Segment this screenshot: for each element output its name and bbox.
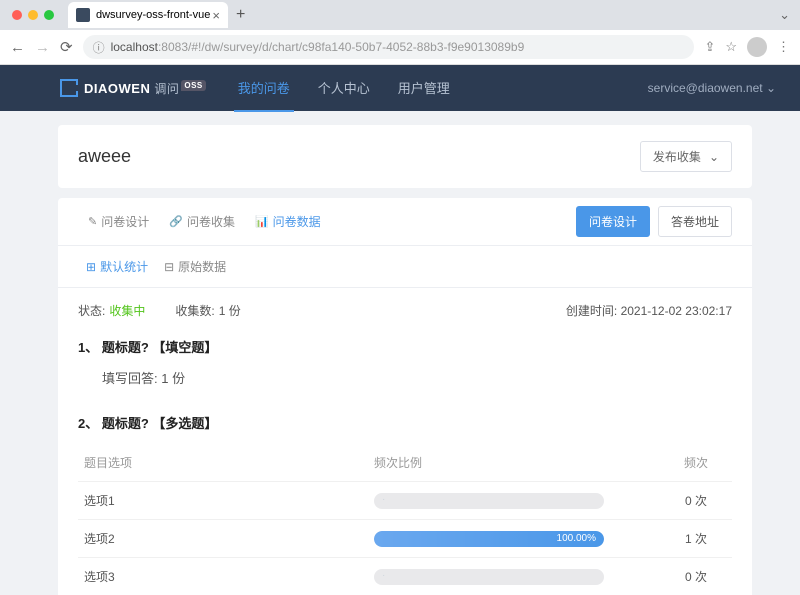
- th-option: 题目选项: [84, 454, 374, 471]
- browser-chrome: dwsurvey-oss-front-vue × + ⌄ ← → ⟳ ⓘ loc…: [0, 0, 800, 65]
- option-freq: 0 次: [666, 492, 726, 509]
- option-freq: 1 次: [666, 530, 726, 547]
- progress-zero: ·: [382, 570, 385, 581]
- tab-data[interactable]: 📊问卷数据: [245, 199, 331, 244]
- minimize-window-icon[interactable]: [28, 10, 38, 20]
- option-name: 选项3: [84, 568, 374, 585]
- back-button[interactable]: ←: [10, 39, 25, 56]
- q2-table-head: 题目选项 频次比例 频次: [78, 444, 732, 481]
- progress-bar: ·: [374, 493, 604, 509]
- data-subtabs: ⊞默认统计 ⊟原始数据: [58, 246, 752, 288]
- title-card: aweee 发布收集 ⌄: [58, 125, 752, 188]
- state-value: 收集中: [109, 302, 145, 319]
- option-name: 选项2: [84, 530, 374, 547]
- url-path: :8083/#!/dw/survey/d/chart/c98fa140-50b7…: [158, 40, 524, 54]
- top-nav: 我的问卷 个人中心 用户管理: [234, 65, 454, 112]
- nav-profile[interactable]: 个人中心: [314, 65, 374, 112]
- chevron-down-icon: ⌄: [709, 150, 719, 164]
- reload-button[interactable]: ⟳: [60, 38, 73, 56]
- th-ratio: 频次比例: [374, 454, 666, 471]
- progress-zero: ·: [382, 494, 385, 505]
- progress-bar: 100.00%: [374, 531, 604, 547]
- subtab-raw-data[interactable]: ⊟原始数据: [156, 246, 234, 287]
- q2-title: 2、 题标题? 【多选题】: [78, 413, 732, 432]
- table-row: 选项3 · 0 次: [78, 557, 732, 595]
- chart-icon: 📊: [255, 215, 269, 228]
- brand-cn: 调问: [154, 80, 179, 97]
- status-row: 状态: 收集中 收集数: 1 份 创建时间: 2021-12-02 23:02:…: [78, 288, 732, 327]
- address-bar[interactable]: ⓘ localhost :8083/#!/dw/survey/d/chart/c…: [83, 35, 695, 59]
- nav-my-surveys[interactable]: 我的问卷: [234, 65, 294, 112]
- close-tab-icon[interactable]: ×: [212, 8, 220, 23]
- data-card: ✎问卷设计 🔗问卷收集 📊问卷数据 问卷设计 答卷地址 ⊞默认统计 ⊟原始数据 …: [58, 198, 752, 595]
- url-host: localhost: [111, 40, 158, 54]
- menu-icon[interactable]: ⋮: [777, 39, 790, 55]
- th-freq: 频次: [666, 454, 726, 471]
- q1-answer: 填写回答: 1 份: [78, 368, 732, 387]
- site-info-icon[interactable]: ⓘ: [93, 39, 105, 56]
- survey-tabs: ✎问卷设计 🔗问卷收集 📊问卷数据 问卷设计 答卷地址: [58, 198, 752, 246]
- survey-design-button[interactable]: 问卷设计: [576, 206, 650, 237]
- address-bar-row: ← → ⟳ ⓘ localhost :8083/#!/dw/survey/d/c…: [0, 30, 800, 64]
- window-controls: [6, 10, 60, 20]
- created-time: 创建时间: 2021-12-02 23:02:17: [566, 302, 732, 319]
- progress-bar: ·: [374, 569, 604, 585]
- state-label: 状态:: [78, 302, 105, 319]
- close-window-icon[interactable]: [12, 10, 22, 20]
- app-header: DIAOWEN 调问 OSS 我的问卷 个人中心 用户管理 service@di…: [0, 65, 800, 111]
- table-icon: ⊞: [86, 260, 96, 274]
- account-email[interactable]: service@diaowen.net ⌄: [648, 81, 776, 95]
- table-row: 选项1 · 0 次: [78, 481, 732, 519]
- option-freq: 0 次: [666, 568, 726, 585]
- option-ratio: ·: [374, 493, 666, 509]
- profile-avatar-icon[interactable]: [747, 37, 767, 57]
- survey-title: aweee: [78, 146, 131, 167]
- tab-collect[interactable]: 🔗问卷收集: [159, 199, 245, 244]
- tab-title: dwsurvey-oss-front-vue: [96, 9, 210, 21]
- pencil-icon: ✎: [88, 215, 97, 228]
- new-tab-button[interactable]: +: [236, 6, 245, 24]
- subtab-default-stat[interactable]: ⊞默认统计: [78, 246, 156, 287]
- count-label: 收集数:: [175, 302, 214, 319]
- publish-button[interactable]: 发布收集 ⌄: [640, 141, 732, 172]
- brand-tag: OSS: [181, 80, 205, 91]
- favicon-icon: [76, 8, 90, 22]
- link-icon: 🔗: [169, 215, 183, 228]
- brand-name: DIAOWEN: [84, 81, 150, 96]
- chevron-down-icon: ⌄: [766, 81, 776, 95]
- option-ratio: ·: [374, 569, 666, 585]
- answer-url-button[interactable]: 答卷地址: [658, 206, 732, 237]
- app-body: DIAOWEN 调问 OSS 我的问卷 个人中心 用户管理 service@di…: [0, 65, 800, 595]
- forward-button: →: [35, 39, 50, 56]
- option-name: 选项1: [84, 492, 374, 509]
- bookmark-icon[interactable]: ☆: [725, 39, 737, 55]
- tab-design[interactable]: ✎问卷设计: [78, 199, 159, 244]
- browser-tab[interactable]: dwsurvey-oss-front-vue ×: [68, 2, 228, 28]
- question-2: 2、 题标题? 【多选题】 题目选项 频次比例 频次 选项1·0 次选项2100…: [78, 403, 732, 595]
- share-icon[interactable]: ⇪: [704, 39, 715, 55]
- q1-title: 1、 题标题? 【填空题】: [78, 337, 732, 356]
- brand-logo[interactable]: DIAOWEN 调问 OSS: [60, 79, 206, 97]
- maximize-window-icon[interactable]: [44, 10, 54, 20]
- count-value: 1 份: [219, 302, 241, 319]
- logo-icon: [60, 79, 78, 97]
- publish-label: 发布收集: [653, 148, 701, 165]
- chevron-down-icon[interactable]: ⌄: [779, 7, 790, 23]
- table-row: 选项2100.00% 1 次: [78, 519, 732, 557]
- browser-tabbar: dwsurvey-oss-front-vue × + ⌄: [0, 0, 800, 30]
- page-content: aweee 发布收集 ⌄ ✎问卷设计 🔗问卷收集 📊问卷数据 问卷设计 答卷地址…: [0, 111, 800, 595]
- question-1: 1、 题标题? 【填空题】 填写回答: 1 份: [78, 327, 732, 387]
- nav-users[interactable]: 用户管理: [394, 65, 454, 112]
- option-ratio: 100.00%: [374, 531, 666, 547]
- email-text: service@diaowen.net: [648, 81, 763, 95]
- progress-fill: 100.00%: [374, 531, 604, 547]
- database-icon: ⊟: [164, 260, 174, 274]
